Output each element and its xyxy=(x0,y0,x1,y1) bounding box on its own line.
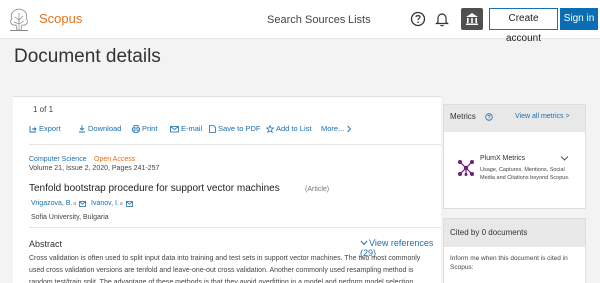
author-name[interactable]: Vrigazova, B. xyxy=(31,200,72,207)
export-label: Export xyxy=(39,124,61,133)
plumx-description: Usage, Captures, Mentions, Social Media … xyxy=(480,167,570,182)
download-icon xyxy=(79,125,85,132)
download-action[interactable]: Download xyxy=(78,124,121,133)
mail-icon[interactable] xyxy=(125,200,133,207)
create-account-button[interactable]: Create account xyxy=(489,8,558,44)
print-label: Print xyxy=(142,124,158,133)
print-action[interactable]: Print xyxy=(132,124,157,133)
plumx-title: PlumX Metrics xyxy=(480,155,526,162)
page-title: Document details xyxy=(14,46,161,67)
nav-sources[interactable]: Sources xyxy=(305,14,345,26)
nav-lists[interactable]: Lists xyxy=(348,14,371,26)
email-label: E-mail xyxy=(181,124,203,133)
print-icon xyxy=(132,124,140,133)
cited-by-header: Cited by 0 documents xyxy=(444,219,585,247)
volume-info: Volume 21, Issue 2, 2020, Pages 241-257 xyxy=(29,165,160,172)
cited-by-title: Cited by 0 documents xyxy=(450,228,528,237)
more-label: More... xyxy=(321,124,345,133)
add-list-icon xyxy=(266,124,274,133)
author-affiliation-mark: a xyxy=(73,200,77,207)
export-action[interactable]: Export xyxy=(29,124,61,133)
brand-name[interactable]: Scopus xyxy=(39,11,82,26)
chevron-right-icon xyxy=(347,125,352,132)
bell-icon[interactable] xyxy=(432,9,452,29)
document-card: 1 of 1 Export Download Print E-mail Save… xyxy=(13,96,441,283)
subject-area-link[interactable]: Computer Science xyxy=(29,156,87,163)
result-pager: 1 of 1 xyxy=(33,105,54,114)
metrics-title: Metrics xyxy=(450,112,476,121)
abstract-text: Cross validation is often used to split … xyxy=(29,255,421,283)
chevron-down-icon[interactable] xyxy=(560,155,569,162)
metrics-panel: Metrics View all metrics > PlumX Metrics… xyxy=(443,104,586,209)
plumx-icon xyxy=(458,160,474,176)
abstract-heading: Abstract xyxy=(29,239,63,249)
pdf-icon xyxy=(209,124,216,133)
view-all-metrics-link[interactable]: View all metrics > xyxy=(515,113,570,120)
document-type: (Article) xyxy=(305,186,330,193)
email-action[interactable]: E-mail xyxy=(170,124,202,133)
elsevier-tree-icon[interactable] xyxy=(6,5,32,33)
author-item[interactable]: Ivanov, I. a xyxy=(91,200,133,207)
save-pdf-label: Save to PDF xyxy=(218,124,261,133)
institution-icon xyxy=(466,13,478,25)
author-item[interactable]: Vrigazova, B. a xyxy=(31,200,87,207)
chevron-down-icon xyxy=(360,240,368,246)
mail-icon[interactable] xyxy=(79,200,87,207)
more-action[interactable]: More... xyxy=(321,124,354,133)
open-access-badge: Open Access xyxy=(94,156,136,163)
affiliation: Sofia University, Bulgaria xyxy=(31,214,109,221)
export-icon xyxy=(29,125,37,132)
sign-in-button[interactable]: Sign in xyxy=(560,8,598,30)
institution-button[interactable] xyxy=(461,8,483,30)
add-to-list-action[interactable]: Add to List xyxy=(266,124,311,133)
divider xyxy=(29,227,441,228)
author-affiliation-mark: a xyxy=(119,200,123,207)
add-to-list-label: Add to List xyxy=(276,124,312,133)
download-label: Download xyxy=(88,124,122,133)
help-icon[interactable] xyxy=(408,9,428,29)
divider xyxy=(29,144,441,145)
metrics-header: Metrics View all metrics > xyxy=(444,105,585,132)
document-title: Tenfold bootstrap procedure for support … xyxy=(29,183,280,194)
save-pdf-action[interactable]: Save to PDF xyxy=(209,124,261,133)
cited-by-panel: Cited by 0 documents Inform me when this… xyxy=(443,218,586,283)
cited-by-description: Inform me when this document is cited in… xyxy=(450,255,568,271)
author-name[interactable]: Ivanov, I. xyxy=(91,200,119,207)
question-icon[interactable] xyxy=(485,113,493,121)
nav-search[interactable]: Search xyxy=(267,14,302,26)
top-bar: Scopus Search Sources Lists Create accou… xyxy=(0,0,600,44)
email-icon xyxy=(170,125,179,132)
